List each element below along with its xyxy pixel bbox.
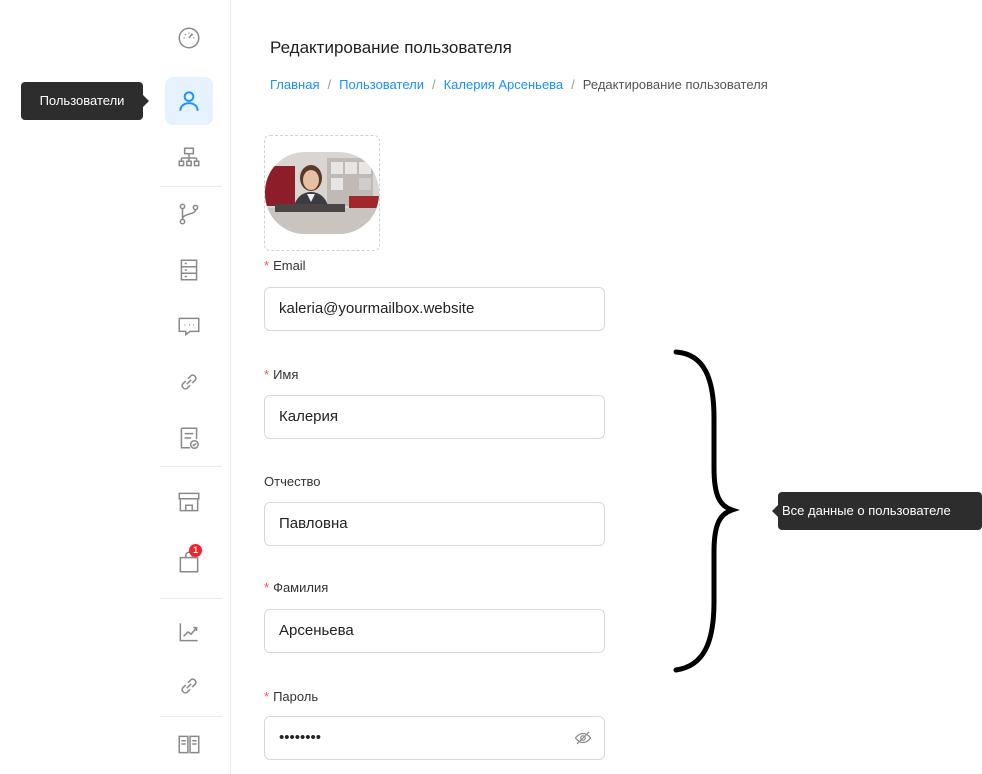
sidebar-divider [160, 598, 222, 599]
email-label: * Email [264, 258, 306, 273]
password-label-text: Пароль [273, 689, 319, 704]
sidebar-item-server[interactable] [165, 246, 213, 294]
sidebar-item-documents[interactable] [165, 414, 213, 462]
user-icon [179, 91, 199, 111]
breadcrumb: Главная / Пользователи / Калерия Арсеньева / Р… [270, 77, 768, 92]
sidebar-divider [160, 716, 222, 717]
last-name-label-text: Фамилия [273, 580, 329, 595]
sidebar-item-org-structure[interactable] [165, 134, 213, 182]
sidebar-item-users[interactable] [165, 77, 213, 125]
sidebar-item-chat[interactable] [165, 302, 213, 350]
sidebar-item-branches[interactable] [165, 190, 213, 238]
password-value: •••••••• [279, 729, 322, 746]
eye-invisible-icon[interactable] [574, 729, 592, 747]
dashboard-icon [178, 27, 200, 49]
notification-badge: 1 [189, 544, 202, 557]
chart-line-icon [179, 623, 198, 642]
users-tooltip: Пользователи [21, 82, 149, 120]
org-structure-icon [178, 147, 200, 167]
password-field[interactable]: •••••••• [264, 716, 605, 760]
avatar [265, 152, 379, 234]
link-icon [181, 374, 197, 390]
breadcrumb-current: Редактирование пользователя [582, 77, 768, 92]
sidebar-item-links-2[interactable] [165, 662, 213, 710]
password-label: * Пароль [264, 689, 318, 704]
sidebar-divider [160, 186, 222, 187]
last-name-label: * Фамилия [264, 580, 328, 595]
all-data-tooltip: Все данные о пользователе [772, 492, 982, 530]
last-name-field[interactable]: Арсеньева [264, 609, 605, 653]
curly-brace-annotation [673, 349, 740, 673]
chat-icon [178, 317, 200, 337]
patronymic-field[interactable]: Павловна [264, 502, 605, 546]
book-icon [178, 735, 200, 754]
email-field[interactable]: kaleria@yourmailbox.website [264, 287, 605, 331]
sidebar-item-store[interactable] [165, 478, 213, 526]
required-mark: * [264, 580, 270, 595]
document-check-icon [180, 427, 199, 450]
page-title: Редактирование пользователя [270, 38, 512, 57]
breadcrumb-user-link[interactable]: Калерия Арсеньева [444, 77, 564, 92]
required-mark: * [264, 258, 270, 273]
email-label-text: Email [273, 258, 306, 273]
sidebar-nav: 1 [152, 0, 231, 774]
patronymic-label-text: Отчество [264, 474, 321, 489]
branch-icon [179, 203, 199, 225]
server-icon [180, 259, 198, 281]
breadcrumb-separator: / [431, 77, 436, 92]
sidebar-item-docs[interactable] [165, 720, 213, 768]
required-mark: * [264, 367, 270, 382]
sidebar-divider [160, 466, 222, 467]
patronymic-label: Отчество [264, 474, 321, 489]
sidebar-item-analytics[interactable] [165, 608, 213, 656]
link-icon [181, 678, 197, 694]
required-mark: * [264, 689, 270, 704]
store-icon [178, 492, 200, 512]
breadcrumb-separator: / [327, 77, 332, 92]
first-name-label: * Имя [264, 367, 298, 382]
breadcrumb-separator: / [571, 77, 575, 92]
avatar-upload[interactable] [264, 135, 380, 251]
sidebar-item-links[interactable] [165, 358, 213, 406]
breadcrumb-home-link[interactable]: Главная [270, 77, 319, 92]
breadcrumb-users-link[interactable]: Пользователи [339, 77, 424, 92]
sidebar-item-orders[interactable]: 1 [165, 538, 213, 586]
first-name-field[interactable]: Калерия [264, 395, 605, 439]
first-name-label-text: Имя [273, 367, 299, 382]
sidebar-item-dashboard[interactable] [165, 14, 213, 62]
